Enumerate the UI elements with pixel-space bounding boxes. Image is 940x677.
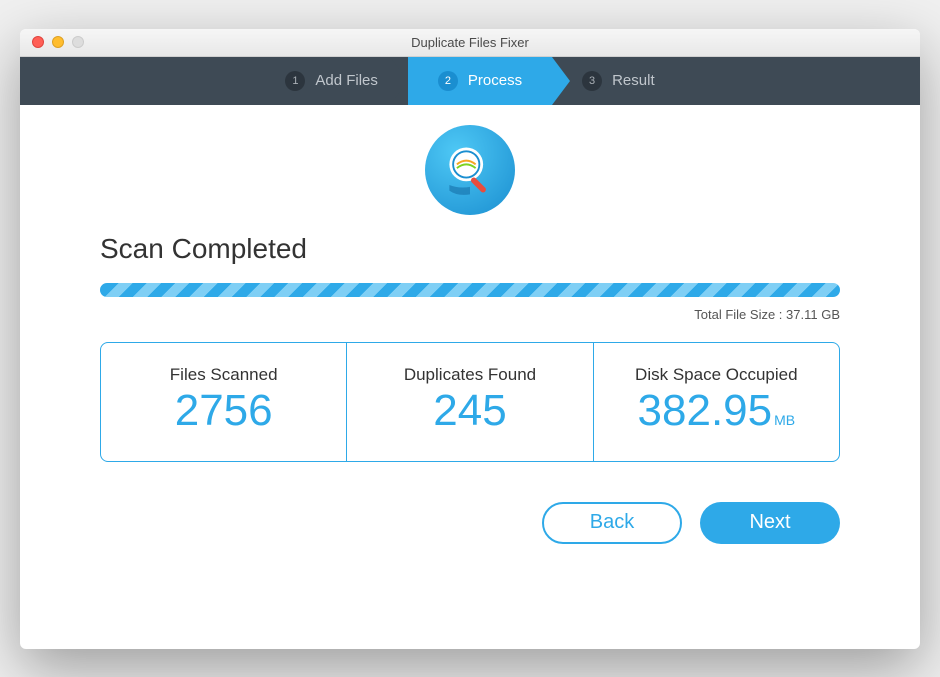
next-button[interactable]: Next	[700, 502, 840, 544]
minimize-icon[interactable]	[52, 36, 64, 48]
app-logo-icon	[425, 125, 515, 215]
stat-files-scanned: Files Scanned 2756	[101, 343, 346, 461]
close-icon[interactable]	[32, 36, 44, 48]
step-label: Result	[612, 72, 655, 89]
progress-bar	[100, 283, 840, 297]
step-process[interactable]: 2 Process	[408, 57, 552, 105]
page-title: Scan Completed	[100, 233, 307, 265]
stat-label: Files Scanned	[111, 365, 336, 385]
button-row: Back Next	[542, 502, 840, 544]
maximize-icon[interactable]	[72, 36, 84, 48]
titlebar: Duplicate Files Fixer	[20, 29, 920, 57]
stat-value: 245	[357, 389, 582, 433]
stat-value: 382.95	[638, 386, 773, 435]
app-window: Duplicate Files Fixer 1 Add Files 2 Proc…	[20, 29, 920, 649]
stat-value: 2756	[111, 389, 336, 433]
step-label: Add Files	[315, 72, 378, 89]
step-number: 1	[285, 71, 305, 91]
step-result[interactable]: 3 Result	[552, 57, 685, 105]
total-filesize: Total File Size : 37.11 GB	[694, 307, 840, 322]
window-title: Duplicate Files Fixer	[20, 35, 920, 50]
window-controls	[32, 36, 84, 48]
step-number: 2	[438, 71, 458, 91]
step-label: Process	[468, 72, 522, 89]
stat-duplicates-found: Duplicates Found 245	[346, 343, 592, 461]
stat-label: Duplicates Found	[357, 365, 582, 385]
stat-unit: MB	[774, 412, 795, 428]
stat-disk-space: Disk Space Occupied 382.95MB	[593, 343, 839, 461]
stat-label: Disk Space Occupied	[604, 365, 829, 385]
back-button[interactable]: Back	[542, 502, 682, 544]
step-number: 3	[582, 71, 602, 91]
stepper-nav: 1 Add Files 2 Process 3 Result	[20, 57, 920, 105]
step-add-files[interactable]: 1 Add Files	[255, 57, 408, 105]
stats-panel: Files Scanned 2756 Duplicates Found 245 …	[100, 342, 840, 462]
main-content: Scan Completed Total File Size : 37.11 G…	[20, 105, 920, 649]
